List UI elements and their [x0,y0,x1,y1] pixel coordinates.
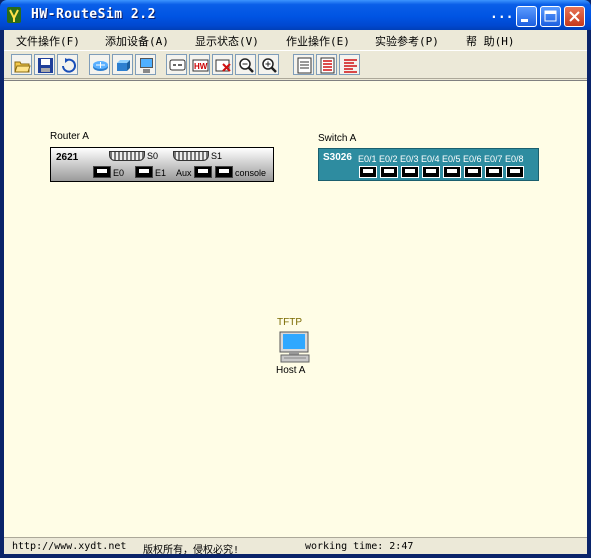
menu-lab-reference[interactable]: 实验参考(P) [375,33,439,49]
app-window: HW-RouteSim 2.2 ... 文件操作(F) 添加设备(A) 显示状态… [0,0,591,558]
router-icon[interactable] [89,54,110,75]
router-device[interactable]: 2621 S0 S1 E0 E1 Aux console [50,147,274,182]
list-lines-icon[interactable] [339,54,360,75]
refresh-icon[interactable] [57,54,78,75]
app-icon [7,7,21,23]
menu-file[interactable]: 文件操作(F) [16,33,80,49]
switch-port-e0-7[interactable] [485,166,503,178]
switch-port-label: E0/1 [358,154,377,164]
menu-add-device[interactable]: 添加设备(A) [105,33,169,49]
menu-help[interactable]: 帮 助(H) [466,33,515,49]
window-title: HW-RouteSim 2.2 [31,7,156,22]
serial-port-s1[interactable] [173,151,209,161]
switch-port-label: E0/5 [442,154,461,164]
title-bar[interactable]: HW-RouteSim 2.2 ... [0,0,591,30]
switch-device[interactable]: S3026 E0/1 E0/2 E0/3 E0/4 E0/5 E0/6 E0/7… [318,148,539,181]
port-label-e1: E1 [155,168,167,178]
ethernet-port-e1[interactable] [135,166,153,178]
minimize-button[interactable] [516,6,537,27]
toolbar: HW [4,50,587,79]
switch-port-e0-3[interactable] [401,166,419,178]
title-dots: ... [490,7,514,22]
switch-port-label: E0/8 [505,154,524,164]
ethernet-port-e0[interactable] [93,166,111,178]
maximize-button[interactable] [540,6,561,27]
client-area: 文件操作(F) 添加设备(A) 显示状态(V) 作业操作(E) 实验参考(P) … [4,30,587,556]
switch-model: S3026 [323,152,352,163]
status-bar: http://www.xydt.net 版权所有，侵权必究! working t… [4,537,587,556]
list-red-icon[interactable] [316,54,337,75]
port-label-aux: Aux [176,168,192,178]
port-label-console: console [235,168,267,178]
zoom-in-icon[interactable] [258,54,279,75]
maximize-icon [544,10,557,22]
menu-assignment[interactable]: 作业操作(E) [286,33,350,49]
close-icon [569,11,580,22]
save-icon[interactable] [34,54,55,75]
port-label-s1: S1 [211,151,223,161]
switch-port-e0-6[interactable] [464,166,482,178]
switch-port-e0-5[interactable] [443,166,461,178]
status-copyright: 版权所有，侵权必究! [143,545,240,556]
menu-bar: 文件操作(F) 添加设备(A) 显示状态(V) 作业操作(E) 实验参考(P) … [4,30,587,50]
aux-port[interactable] [194,166,212,178]
port-label-e0: E0 [113,168,125,178]
status-url: http://www.xydt.net [12,541,127,552]
switch-port-label: E0/7 [484,154,503,164]
switch-port-label: E0/4 [421,154,440,164]
minimize-icon [521,19,528,22]
open-folder-icon[interactable] [11,54,32,75]
router-model: 2621 [56,152,79,163]
console-icon[interactable] [166,54,187,75]
serial-port-s0[interactable] [109,151,145,161]
host-icon[interactable] [135,54,156,75]
switch-port-e0-4[interactable] [422,166,440,178]
status-working-time: working time: 2:47 [305,541,414,552]
delete-icon[interactable] [212,54,233,75]
host-label: Host A [276,365,306,376]
port-label-s0: S0 [147,151,159,161]
switch-port-e0-2[interactable] [380,166,398,178]
hw-icon[interactable]: HW [189,54,210,75]
console-port[interactable] [215,166,233,178]
switch-port-label: E0/6 [463,154,482,164]
switch-port-e0-1[interactable] [359,166,377,178]
switch-port-label: E0/2 [379,154,398,164]
menu-view-status[interactable]: 显示状态(V) [195,33,259,49]
document-icon[interactable] [293,54,314,75]
close-button[interactable] [564,6,585,27]
switch-label: Switch A [318,133,357,144]
switch-port-label: E0/3 [400,154,419,164]
switch-icon[interactable] [112,54,133,75]
router-label: Router A [50,131,89,142]
host-tag: TFTP [277,317,302,328]
computer-icon [279,331,310,363]
topology-canvas[interactable]: Router A 2621 S0 S1 E0 E1 Aux console Sw… [4,80,587,537]
switch-port-e0-8[interactable] [506,166,524,178]
svg-text:HW: HW [194,62,208,71]
zoom-out-icon[interactable] [235,54,256,75]
